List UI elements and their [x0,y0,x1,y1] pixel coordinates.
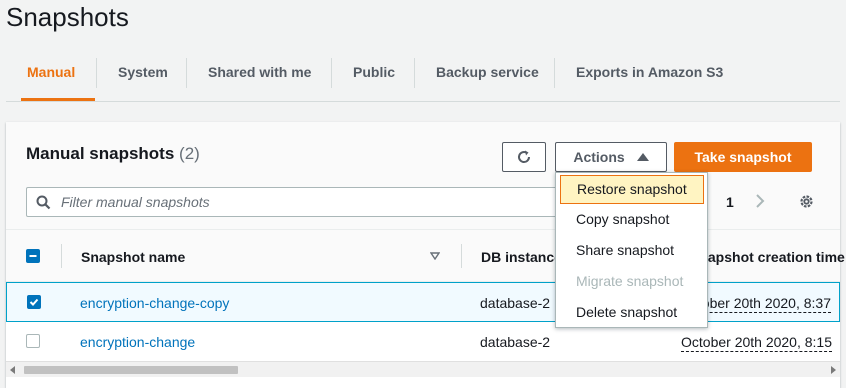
tab-exports-s3[interactable]: Exports in Amazon S3 [576,52,723,100]
page-title: Snapshots [6,2,129,32]
snapshot-tabs: Manual System Shared with me Public Back… [6,52,840,102]
actions-button[interactable]: Actions [555,142,667,172]
select-all-checkbox[interactable] [26,249,40,263]
menu-item-copy-snapshot[interactable]: Copy snapshot [556,204,707,235]
tab-divider [186,58,187,88]
tab-system[interactable]: System [118,52,168,100]
snapshot-name-link[interactable]: encryption-change [80,334,195,350]
column-divider [461,244,462,268]
table-header: Snapshot name DB instance Snapshot creat… [6,230,845,282]
column-header-creation-time[interactable]: Snapshot creation time [690,249,845,265]
tab-divider [96,58,97,88]
tab-backup-service[interactable]: Backup service [436,52,539,100]
horizontal-scrollbar[interactable] [6,361,840,377]
panel-title-text: Manual snapshots [26,144,175,163]
column-header-db-instance[interactable]: DB instance [481,249,562,265]
row-checkbox[interactable] [27,295,41,309]
menu-item-share-snapshot[interactable]: Share snapshot [556,235,707,266]
chevron-right-icon[interactable] [754,193,766,209]
tab-divider [554,58,555,88]
manual-snapshots-panel: Manual snapshots (2) Actions Take snapsh… [6,122,845,388]
table-row[interactable]: encryption-change database-2 October 20t… [6,322,840,362]
checkmark-icon [29,298,39,306]
menu-item-restore-snapshot[interactable]: Restore snapshot [560,175,704,204]
filter-input[interactable] [61,188,561,216]
gear-icon[interactable] [798,193,815,210]
scrollbar-thumb[interactable] [24,366,238,374]
actions-label: Actions [573,149,625,165]
table-row[interactable]: encryption-change-copy database-2 Octobe… [6,282,840,322]
take-snapshot-button[interactable]: Take snapshot [674,142,812,172]
tab-divider [331,58,332,88]
tab-divider [414,58,415,88]
creation-time-value: October 20th 2020, 8:15 [681,334,832,352]
scroll-left-arrow-icon[interactable] [10,366,15,374]
filter-search [26,187,566,217]
refresh-button[interactable] [502,142,546,172]
db-instance-value: database-2 [480,295,551,311]
search-icon [36,195,51,210]
menu-item-migrate-snapshot: Migrate snapshot [576,273,684,289]
refresh-icon [518,150,531,163]
panel-title: Manual snapshots (2) [26,144,200,164]
tab-manual[interactable]: Manual [20,52,96,101]
tab-public[interactable]: Public [353,52,395,100]
scroll-right-arrow-icon[interactable] [831,366,836,374]
panel-header: Manual snapshots (2) Actions Take snapsh… [6,122,840,230]
actions-dropdown-menu: Restore snapshot Copy snapshot Share sna… [555,172,708,328]
row-checkbox[interactable] [26,334,40,348]
menu-item-delete-snapshot[interactable]: Delete snapshot [556,297,707,328]
caret-up-icon [636,153,649,161]
column-header-snapshot-name[interactable]: Snapshot name [81,249,185,265]
snapshot-count: (2) [179,144,200,163]
current-page-number[interactable]: 1 [726,194,734,210]
column-divider [61,244,62,268]
tab-shared-with-me[interactable]: Shared with me [208,52,311,100]
indeterminate-icon [29,255,37,257]
sort-down-icon[interactable] [430,252,440,260]
snapshot-name-link[interactable]: encryption-change-copy [80,295,229,311]
db-instance-value: database-2 [480,334,551,350]
